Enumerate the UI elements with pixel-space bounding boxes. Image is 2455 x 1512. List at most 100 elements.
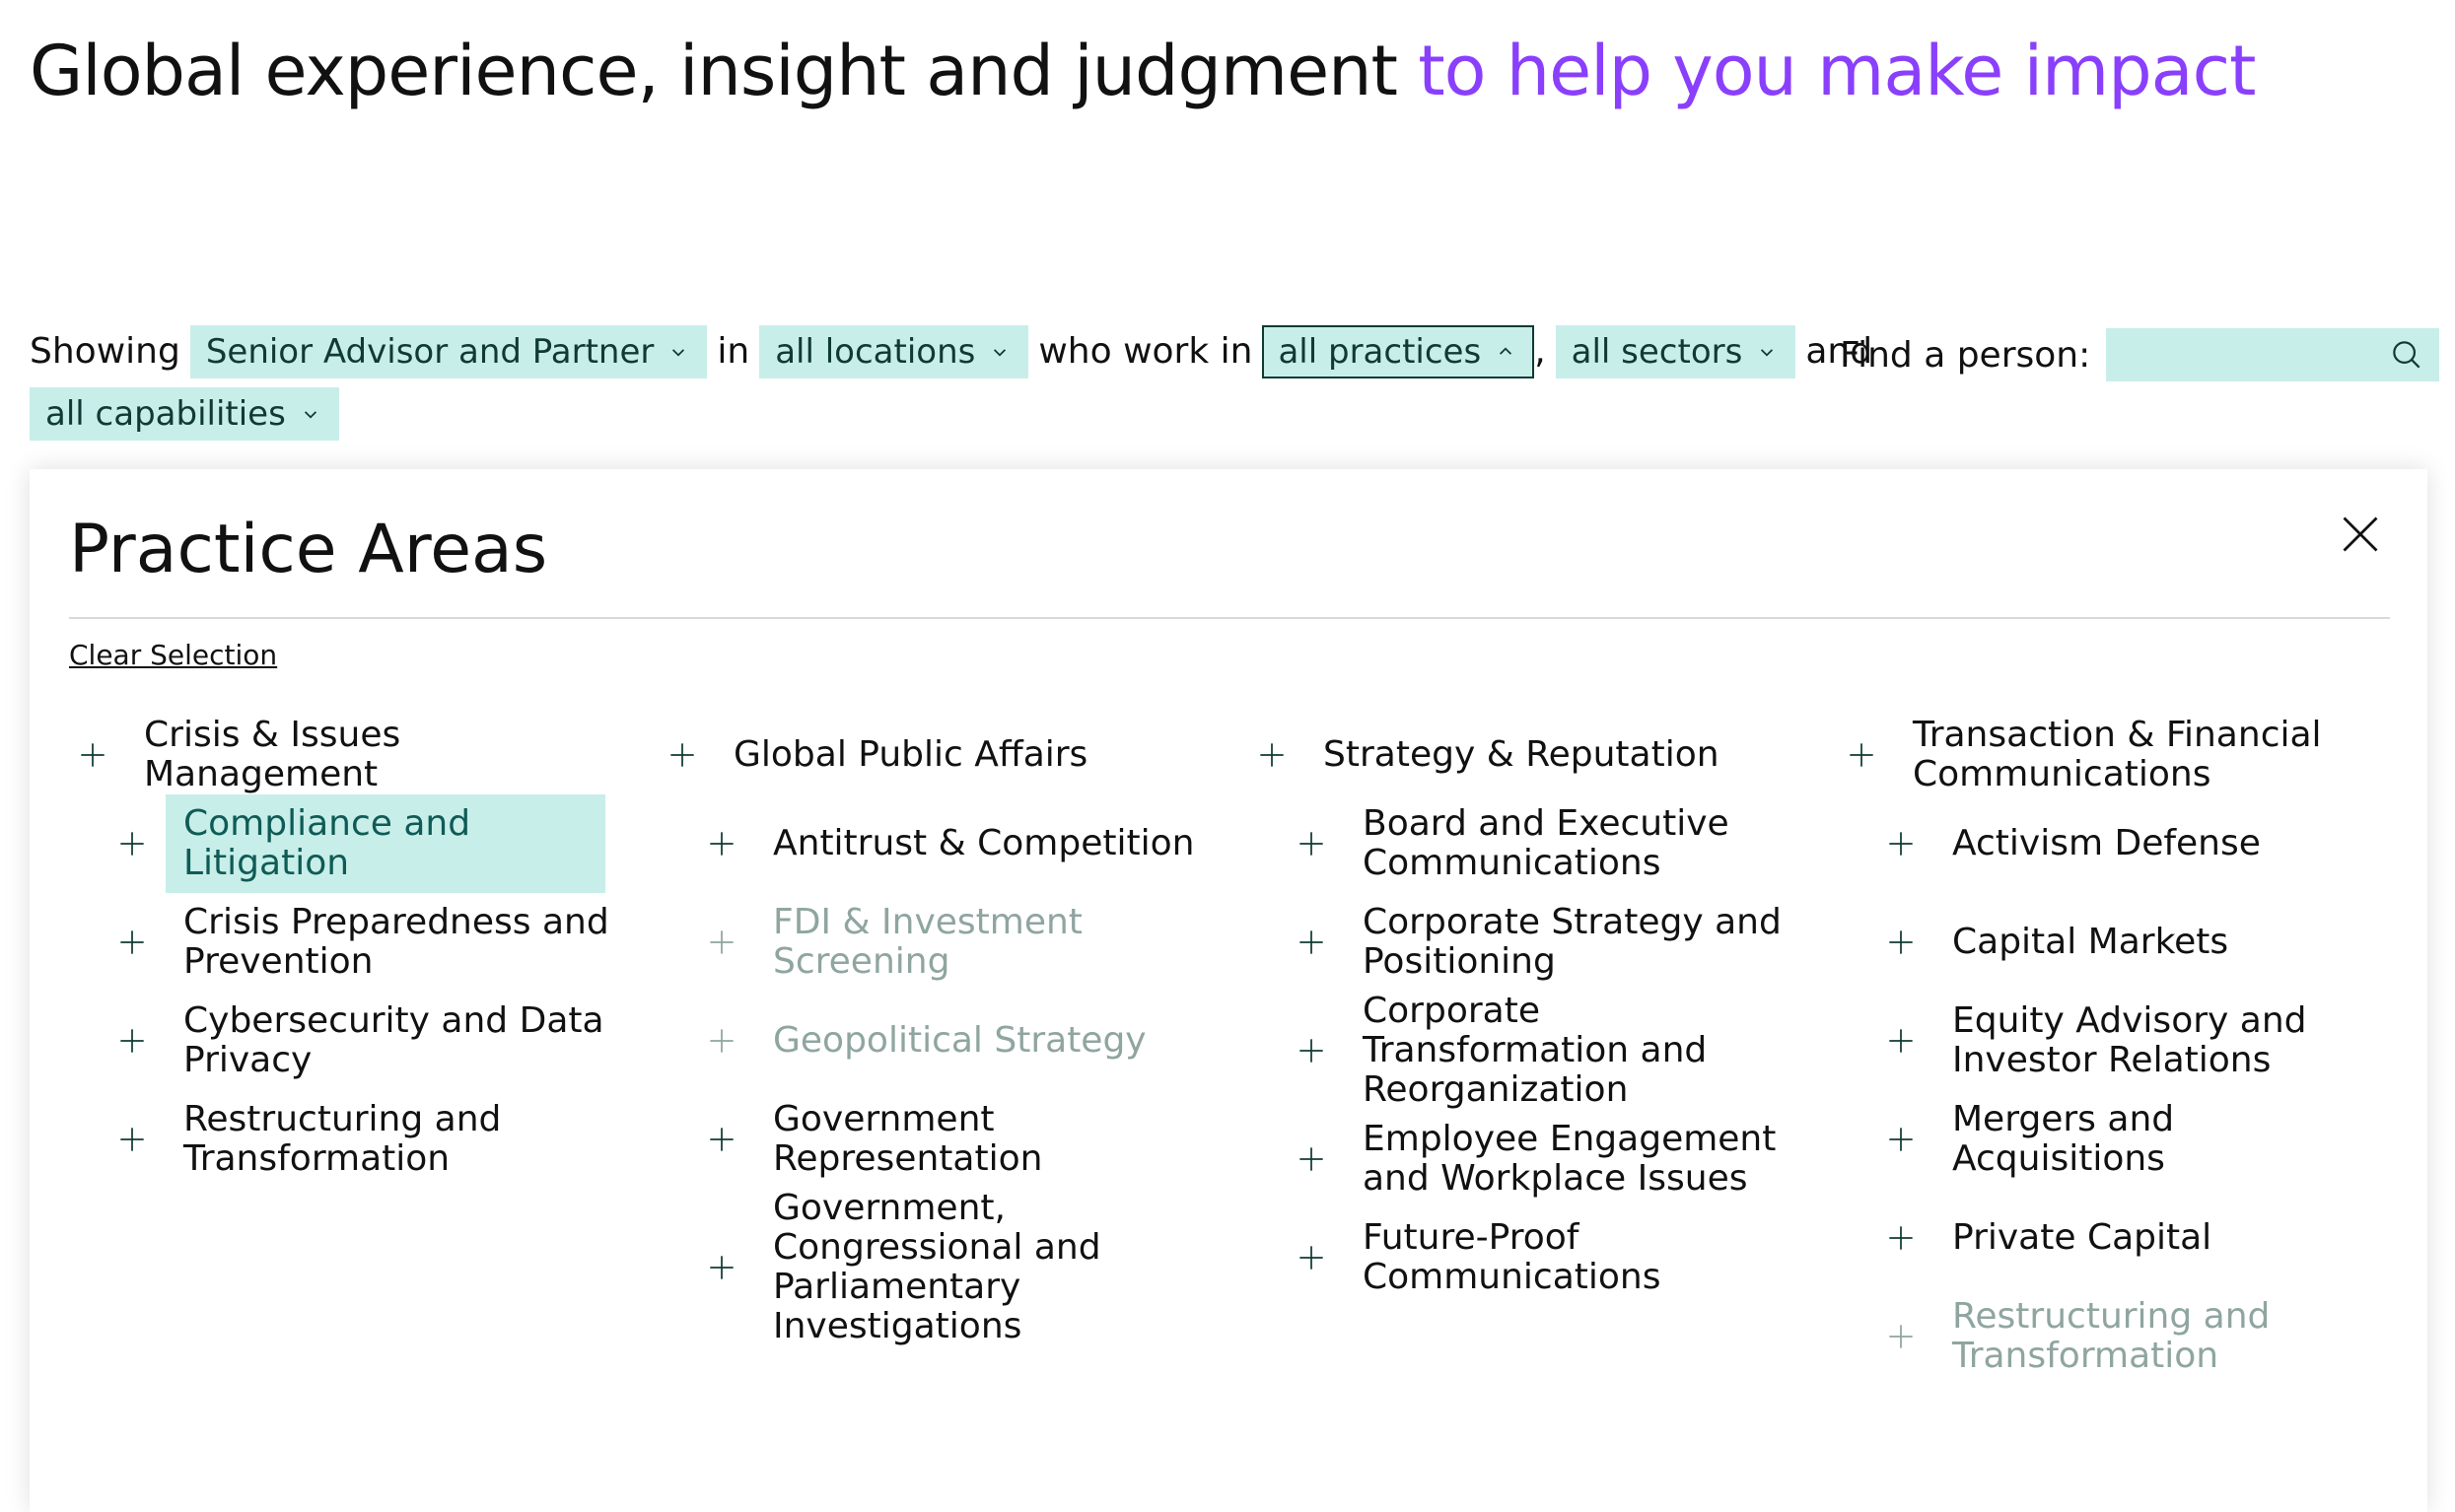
practice-item[interactable]: Private Capital bbox=[1887, 1189, 2400, 1287]
capability-dropdown-label: all capabilities bbox=[45, 394, 286, 434]
practice-item[interactable]: Government Representation bbox=[708, 1090, 1221, 1189]
practice-item[interactable]: Corporate Strategy and Positioning bbox=[1298, 893, 1810, 992]
practice-column: Strategy & Reputation Board and Executiv… bbox=[1248, 716, 1810, 1307]
practice-item-label: Future-Proof Communications bbox=[1363, 1217, 1661, 1297]
plus-icon bbox=[1889, 1128, 1913, 1151]
practice-column: Transaction & Financial Communications A… bbox=[1838, 716, 2400, 1386]
practice-item-label: Geopolitical Strategy bbox=[773, 1020, 1147, 1061]
plus-icon bbox=[710, 832, 734, 856]
practice-item-label: Activism Defense bbox=[1952, 823, 2261, 863]
practice-item[interactable]: Equity Advisory and Investor Relations bbox=[1887, 992, 2400, 1090]
chevron-down-icon bbox=[994, 349, 1007, 357]
practice-dropdown[interactable]: all practices bbox=[1262, 325, 1535, 378]
practice-column: Crisis & Issues Management Compliance an… bbox=[69, 716, 631, 1189]
plus-icon bbox=[710, 1128, 734, 1151]
practice-item[interactable]: Capital Markets bbox=[1887, 893, 2400, 992]
practice-heading[interactable]: Global Public Affairs bbox=[659, 716, 1221, 794]
search-icon[interactable] bbox=[2388, 336, 2425, 374]
plus-icon bbox=[1260, 743, 1284, 767]
practice-item-label: Government Representation bbox=[773, 1099, 1043, 1179]
plus-icon bbox=[1299, 1147, 1323, 1171]
plus-icon bbox=[1889, 832, 1913, 856]
practice-item-label: Crisis Preparedness and Prevention bbox=[183, 902, 609, 982]
plus-icon bbox=[710, 930, 734, 954]
practice-areas-panel: Practice Areas Clear Selection Crisis & … bbox=[30, 469, 2427, 1512]
plus-icon bbox=[81, 743, 105, 767]
close-icon[interactable] bbox=[2339, 513, 2382, 556]
practice-heading-label: Global Public Affairs bbox=[734, 734, 1088, 775]
chevron-down-icon bbox=[1761, 349, 1774, 357]
practice-item: Geopolitical Strategy bbox=[708, 992, 1221, 1090]
practice-heading-label: Transaction & Financial Communications bbox=[1913, 715, 2322, 794]
practice-item: FDI & Investment Screening bbox=[708, 893, 1221, 992]
practice-heading[interactable]: Crisis & Issues Management bbox=[69, 716, 631, 794]
clear-selection-link[interactable]: Clear Selection bbox=[69, 639, 277, 671]
practice-dropdown-label: all practices bbox=[1278, 332, 1482, 372]
location-dropdown[interactable]: all locations bbox=[759, 325, 1029, 378]
practice-heading[interactable]: Transaction & Financial Communications bbox=[1838, 716, 2400, 794]
plus-icon bbox=[120, 1029, 144, 1053]
practice-item-label: Corporate Transformation and Reorganizat… bbox=[1363, 991, 1708, 1110]
practice-item-label: Board and Executive Communications bbox=[1363, 803, 1729, 883]
plus-icon bbox=[1299, 1039, 1323, 1063]
practice-item[interactable]: Corporate Transformation and Reorganizat… bbox=[1298, 992, 1810, 1110]
practice-heading-label: Crisis & Issues Management bbox=[144, 715, 401, 794]
role-dropdown[interactable]: Senior Advisor and Partner bbox=[189, 325, 708, 378]
practice-item-label: FDI & Investment Screening bbox=[773, 902, 1083, 982]
chevron-up-icon bbox=[1500, 347, 1512, 355]
filter-sentence: Showing Senior Advisor and Partner in al… bbox=[30, 325, 1872, 378]
plus-icon bbox=[1889, 1226, 1913, 1250]
practice-item: Restructuring and Transformation bbox=[1887, 1287, 2400, 1386]
practice-item[interactable]: Activism Defense bbox=[1887, 794, 2400, 893]
practice-heading-label: Strategy & Reputation bbox=[1323, 734, 1719, 775]
role-dropdown-label: Senior Advisor and Partner bbox=[205, 332, 655, 372]
practice-item-label: Cybersecurity and Data Privacy bbox=[183, 1000, 604, 1080]
practice-item[interactable]: Crisis Preparedness and Prevention bbox=[118, 893, 631, 992]
plus-icon bbox=[670, 743, 694, 767]
plus-icon bbox=[1889, 1325, 1913, 1348]
location-dropdown-label: all locations bbox=[775, 332, 976, 372]
practice-item-label: Compliance and Litigation bbox=[166, 794, 605, 893]
filter-sentence-line2: all capabilities bbox=[30, 387, 339, 441]
sector-dropdown[interactable]: all sectors bbox=[1555, 325, 1796, 378]
practice-item-label: Employee Engagement and Workplace Issues bbox=[1363, 1119, 1777, 1199]
chevron-down-icon bbox=[304, 411, 316, 419]
headline-main: Global experience, insight and judgment bbox=[30, 31, 1419, 111]
plus-icon bbox=[1850, 743, 1873, 767]
plus-icon bbox=[1299, 930, 1323, 954]
search-input[interactable] bbox=[2106, 328, 2440, 381]
practice-item[interactable]: Antitrust & Competition bbox=[708, 794, 1221, 893]
practice-item[interactable]: Cybersecurity and Data Privacy bbox=[118, 992, 631, 1090]
practice-item[interactable]: Employee Engagement and Workplace Issues bbox=[1298, 1110, 1810, 1208]
practice-item[interactable]: Mergers and Acquisitions bbox=[1887, 1090, 2400, 1189]
plus-icon bbox=[710, 1029, 734, 1053]
chevron-down-icon bbox=[672, 349, 685, 357]
practice-item[interactable]: Compliance and Litigation bbox=[118, 794, 631, 893]
practice-item-label: Corporate Strategy and Positioning bbox=[1363, 902, 1782, 982]
practice-heading[interactable]: Strategy & Reputation bbox=[1248, 716, 1810, 794]
practice-item-label: Government, Congressional and Parliament… bbox=[773, 1188, 1101, 1346]
practice-item[interactable]: Restructuring and Transformation bbox=[118, 1090, 631, 1189]
comma-separator: , bbox=[1534, 331, 1546, 372]
practice-item[interactable]: Future-Proof Communications bbox=[1298, 1208, 1810, 1307]
practice-item-label: Antitrust & Competition bbox=[773, 823, 1195, 863]
find-person: Find a person: bbox=[1840, 328, 2440, 381]
practice-item-label: Mergers and Acquisitions bbox=[1952, 1099, 2175, 1179]
find-person-label: Find a person: bbox=[1840, 334, 2091, 376]
practice-column: Global Public Affairs Antitrust & Compet… bbox=[659, 716, 1221, 1346]
page-headline: Global experience, insight and judgment … bbox=[30, 30, 2257, 112]
plus-icon bbox=[1889, 930, 1913, 954]
showing-label: Showing bbox=[30, 331, 180, 372]
practice-item-label: Private Capital bbox=[1952, 1217, 2212, 1258]
plus-icon bbox=[1889, 1029, 1913, 1053]
plus-icon bbox=[1299, 1246, 1323, 1270]
plus-icon bbox=[1299, 832, 1323, 856]
practice-item[interactable]: Government, Congressional and Parliament… bbox=[708, 1189, 1221, 1346]
capability-dropdown[interactable]: all capabilities bbox=[30, 387, 339, 441]
who-work-label: who work in bbox=[1038, 331, 1253, 372]
panel-divider bbox=[69, 617, 2390, 619]
practice-item-label: Restructuring and Transformation bbox=[183, 1099, 502, 1179]
practice-item[interactable]: Board and Executive Communications bbox=[1298, 794, 1810, 893]
plus-icon bbox=[120, 832, 144, 856]
plus-icon bbox=[120, 930, 144, 954]
